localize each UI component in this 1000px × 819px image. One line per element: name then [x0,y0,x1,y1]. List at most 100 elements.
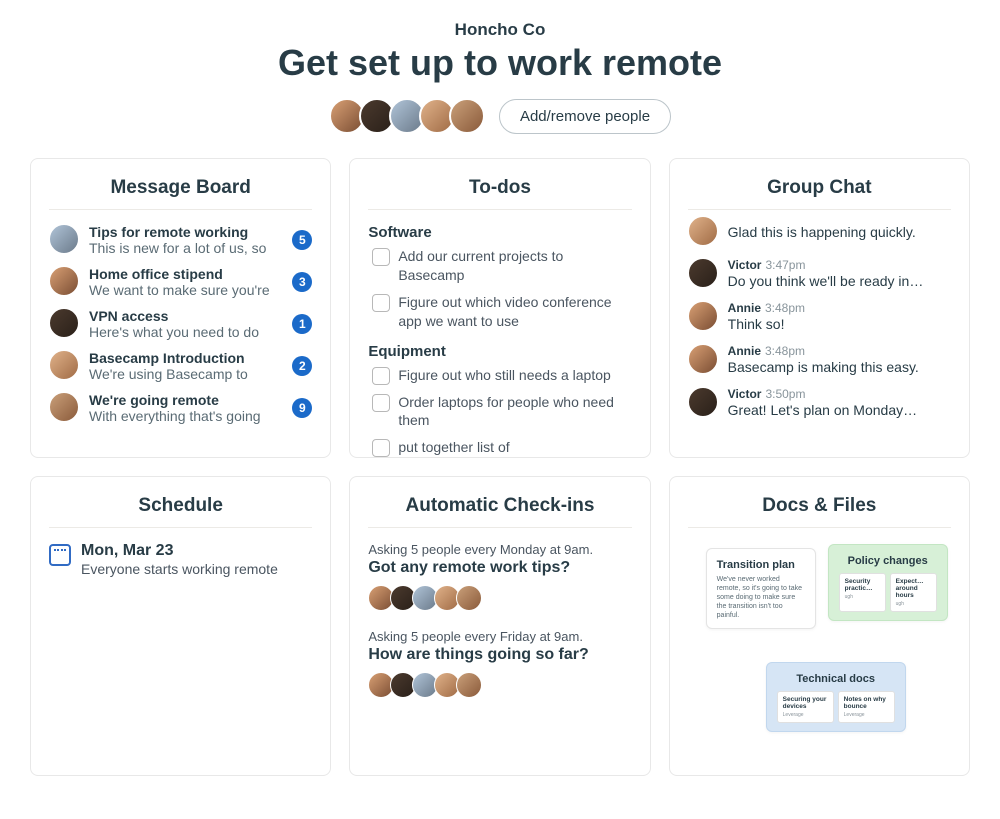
doc-tile-transition[interactable]: Transition plan We've never worked remot… [706,548,816,629]
chat-message[interactable]: Glad this is happening quickly. [688,224,951,246]
avatar [688,216,718,246]
card-title: To-dos [368,177,631,210]
chat-author: Victor [728,258,762,272]
checkin-item[interactable]: Asking 5 people every Friday at 9am. How… [368,629,631,698]
schedule-event[interactable]: Mon, Mar 23 Everyone starts working remo… [49,542,312,579]
todo-list: Software Add our current projects to Bas… [368,224,631,331]
avatar [49,224,79,254]
event-desc: Everyone starts working remote [81,560,312,579]
schedule-card[interactable]: Schedule Mon, Mar 23 Everyone starts wor… [30,476,331,776]
doc-title: Policy changes [839,555,937,567]
avatar-stack [329,98,485,134]
chat-text: Think so! [728,316,951,332]
chat-text: Do you think we'll be ready in… [728,273,951,289]
message-item[interactable]: Basecamp Introduction We're using Baseca… [49,350,312,382]
event-date: Mon, Mar 23 [81,542,312,560]
project-title: Get set up to work remote [30,42,970,84]
comment-count-badge: 2 [292,356,312,376]
subdoc-title: Securing your devices [783,696,828,710]
message-item[interactable]: Tips for remote working This is new for … [49,224,312,256]
chat-time: 3:47pm [765,258,805,272]
checkbox-icon[interactable] [372,294,390,312]
checkin-question: How are things going so far? [368,646,631,664]
chat-text: Glad this is happening quickly. [728,224,951,240]
group-chat-card[interactable]: Group Chat Glad this is happening quickl… [669,158,970,458]
doc-body: We've never worked remote, so it's going… [717,575,805,620]
message-item[interactable]: Home office stipend We want to make sure… [49,266,312,298]
chat-list: Glad this is happening quickly. Victor3:… [688,224,951,418]
avatar [688,344,718,374]
todo-item[interactable]: Add our current projects to Basecamp [368,247,631,285]
todo-text: Order laptops for people who need them [398,393,631,431]
todo-item[interactable]: Order laptops for people who need them [368,393,631,431]
todo-text: Figure out who still needs a laptop [398,366,610,385]
add-remove-people-button[interactable]: Add/remove people [499,99,671,134]
subdoc-text: ugh [896,601,931,607]
checkin-question: Got any remote work tips? [368,559,631,577]
subdoc-title: Expect… around hours [896,578,931,599]
people-row: Add/remove people [30,98,970,134]
comment-count-badge: 3 [292,272,312,292]
chat-time: 3:50pm [765,387,805,401]
message-list: Tips for remote working This is new for … [49,224,312,424]
checkbox-icon[interactable] [372,367,390,385]
card-title: Automatic Check-ins [368,495,631,528]
doc-tile-technical[interactable]: Technical docs Securing your devices Lev… [766,662,906,732]
chat-time: 3:48pm [765,344,805,358]
message-item[interactable]: VPN access Here's what you need to do 1 [49,308,312,340]
message-preview: This is new for a lot of us, so [89,240,282,256]
todo-item[interactable]: Figure out which video conference app we… [368,293,631,331]
message-item[interactable]: We're going remote With everything that'… [49,392,312,424]
checkbox-icon[interactable] [372,394,390,412]
avatar[interactable] [449,98,485,134]
subdoc: Securing your devices Leverage [777,691,834,723]
todos-card[interactable]: To-dos Software Add our current projects… [349,158,650,458]
message-preview: We want to make sure you're [89,282,282,298]
chat-author: Annie [728,344,761,358]
todo-item[interactable]: Figure out who still needs a laptop [368,366,631,385]
todo-item[interactable]: put together list of [368,438,631,457]
message-title: We're going remote [89,392,282,408]
chat-author: Annie [728,301,761,315]
message-title: Basecamp Introduction [89,350,282,366]
checkbox-icon[interactable] [372,248,390,266]
card-title: Message Board [49,177,312,210]
tools-grid: Message Board Tips for remote working Th… [30,158,970,776]
docs-files-card[interactable]: Docs & Files Transition plan We've never… [669,476,970,776]
doc-tile-policy[interactable]: Policy changes Security practic… ugh Exp… [828,544,948,621]
checkbox-icon[interactable] [372,439,390,457]
comment-count-badge: 5 [292,230,312,250]
checkin-avatars [368,585,631,611]
chat-time: 3:48pm [765,301,805,315]
todo-list-name[interactable]: Software [368,224,631,241]
subdoc: Security practic… ugh [839,573,886,612]
message-board-card[interactable]: Message Board Tips for remote working Th… [30,158,331,458]
checkins-card[interactable]: Automatic Check-ins Asking 5 people ever… [349,476,650,776]
card-title: Schedule [49,495,312,528]
subdoc-text: Leverage [844,712,889,718]
avatar [688,301,718,331]
chat-text: Basecamp is making this easy. [728,359,951,375]
chat-message[interactable]: Victor3:47pm Do you think we'll be ready… [688,258,951,289]
subdoc-title: Security practic… [845,578,880,592]
chat-author: Victor [728,387,762,401]
checkin-schedule: Asking 5 people every Monday at 9am. [368,542,631,557]
docs-preview: Transition plan We've never worked remot… [688,542,951,762]
avatar [688,387,718,417]
card-title: Group Chat [688,177,951,210]
doc-title: Transition plan [717,559,805,571]
subdoc-text: Leverage [783,712,828,718]
chat-message[interactable]: Victor3:50pm Great! Let's plan on Monday… [688,387,951,418]
avatar [49,266,79,296]
subdoc-title: Notes on why bounce [844,696,889,710]
todo-text: Figure out which video conference app we… [398,293,631,331]
chat-text: Great! Let's plan on Monday… [728,402,951,418]
checkin-schedule: Asking 5 people every Friday at 9am. [368,629,631,644]
company-name: Honcho Co [30,20,970,40]
todo-list-name[interactable]: Equipment [368,343,631,360]
message-title: Tips for remote working [89,224,282,240]
message-preview: We're using Basecamp to [89,366,282,382]
chat-message[interactable]: Annie 3:48pm Basecamp is making this easy… [688,344,951,375]
checkin-item[interactable]: Asking 5 people every Monday at 9am. Got… [368,542,631,611]
chat-message[interactable]: Annie 3:48pm Think so! [688,301,951,332]
